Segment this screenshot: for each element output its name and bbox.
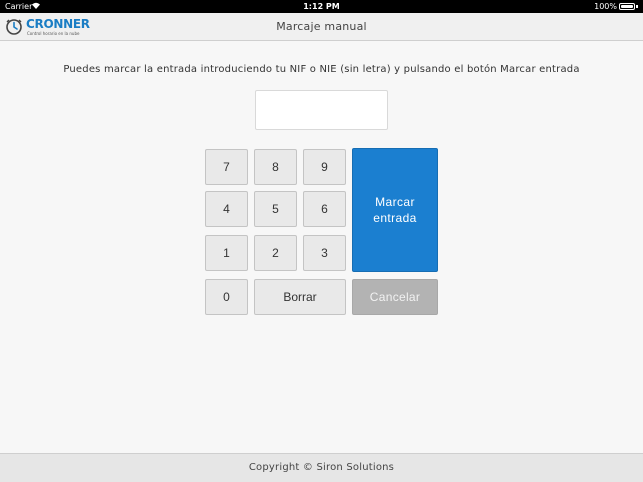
keypad-key-3[interactable]: 3 xyxy=(303,235,346,271)
clock-time: 1:12 PM xyxy=(303,2,340,11)
page-title: Marcaje manual xyxy=(276,20,367,33)
footer: Copyright © Siron Solutions xyxy=(0,453,643,482)
keypad-key-0[interactable]: 0 xyxy=(205,279,248,315)
battery-icon xyxy=(619,3,635,10)
battery-percentage: 100% xyxy=(594,2,617,11)
navigation-bar: CRONNER Control horario en la nube Marca… xyxy=(0,13,643,41)
keypad-key-6[interactable]: 6 xyxy=(303,191,346,227)
keypad-key-1[interactable]: 1 xyxy=(205,235,248,271)
instruction-text: Puedes marcar la entrada introduciendo t… xyxy=(63,64,580,75)
cancel-button[interactable]: Cancelar xyxy=(352,279,438,315)
copyright-text: Copyright © Siron Solutions xyxy=(248,462,395,473)
keypad-key-7[interactable]: 7 xyxy=(205,149,248,185)
keypad-key-4[interactable]: 4 xyxy=(205,191,248,227)
nif-input[interactable] xyxy=(255,90,388,130)
keypad-key-8[interactable]: 8 xyxy=(254,149,297,185)
marcar-label-line1: Marcar xyxy=(375,195,415,209)
keypad-key-5[interactable]: 5 xyxy=(254,191,297,227)
battery-tip xyxy=(636,5,638,8)
marcar-entrada-label: Marcar entrada xyxy=(373,194,417,226)
marcar-label-line2: entrada xyxy=(373,211,417,225)
delete-button[interactable]: Borrar xyxy=(254,279,346,315)
marcar-entrada-button[interactable]: Marcar entrada xyxy=(352,148,438,272)
keypad-key-2[interactable]: 2 xyxy=(254,235,297,271)
keypad-key-9[interactable]: 9 xyxy=(303,149,346,185)
status-bar: Carrier 1:12 PM 100% xyxy=(0,0,643,13)
